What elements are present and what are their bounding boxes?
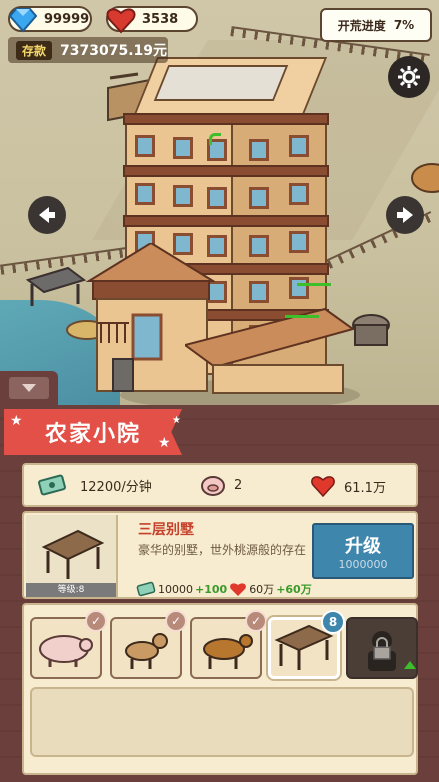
heart-stat: 61.1万 [310,474,386,498]
building-slots: ✓ ✓ ✓ 8 [22,603,418,775]
game-scene[interactable]: 99999 3538 存款 7373075.19元 开荒进度 7% [0,0,439,405]
chevron-down-icon [22,384,36,392]
diamond-icon [8,8,38,33]
money-icon [136,581,156,597]
pig-stat: 2 [200,474,242,496]
heart-icon [230,583,247,596]
savings-display: 存款 7373075.19元 [8,37,168,63]
building-description: 豪华的别墅，世外桃源般的存在 [138,543,307,557]
diamond-counter: 99999 [8,6,92,33]
money-icon [38,474,66,496]
check-icon: ✓ [165,610,187,632]
villa-building[interactable] [85,55,355,395]
settings-button[interactable] [388,56,430,98]
building-thumbnail: 等级:8 [26,515,118,597]
panel-title: 农家小院 [4,409,182,455]
star-icon: ★ [10,413,23,429]
shed-icon [41,529,105,579]
heart-icon [106,8,136,34]
slot-cow[interactable]: ✓ [190,610,267,679]
heart-icon [311,476,335,498]
level-badge: 8 [321,610,345,634]
arrow-left-icon [39,207,55,223]
slot-pig[interactable]: ✓ [30,610,107,679]
progress-label: 开荒进度 [337,18,386,33]
next-area-button[interactable] [386,196,424,234]
upgrade-cost: 10000 +100 60万 +60万 [136,581,312,597]
collapse-panel-button[interactable] [0,371,58,405]
income-stat: 12200/分钟 [38,474,152,496]
building-detail: 等级:8 三层别墅 豪华的别墅，世外桃源般的存在 10000 +100 60万 … [22,511,418,599]
slot-locked[interactable] [346,617,418,679]
building-name: 三层别墅 [138,522,194,538]
bowl-icon [411,163,439,193]
heart-counter: 3538 [106,6,198,34]
check-icon: ✓ [245,610,267,632]
level-label: 等级:8 [26,583,116,597]
pig-face-icon [201,476,225,496]
slot-dog[interactable]: ✓ [110,610,187,679]
upgrade-button[interactable]: 升级 1000000 [312,523,414,579]
savings-value: 7373075.19元 [60,43,168,59]
slot-shed-selected[interactable]: 8 [268,610,345,679]
info-box [30,687,414,757]
arrow-right-icon [397,207,413,223]
star-icon: ★ [172,415,181,426]
stats-bar: 12200/分钟 2 61.1万 [22,463,418,507]
progress-value: 7% [393,18,415,32]
check-icon: ✓ [85,610,107,632]
reclaim-progress[interactable]: 开荒进度 7% [320,8,432,42]
building-panel: 农家小院 ★ ★ ★ 12200/分钟 2 61.1万 等级:8 三层别墅 豪华… [0,371,439,782]
savings-label: 存款 [16,40,53,60]
prev-area-button[interactable] [28,196,66,234]
star-icon: ★ [158,435,171,451]
table-icon [25,266,87,306]
gear-icon [398,66,420,88]
locked-worker-icon [368,631,416,671]
